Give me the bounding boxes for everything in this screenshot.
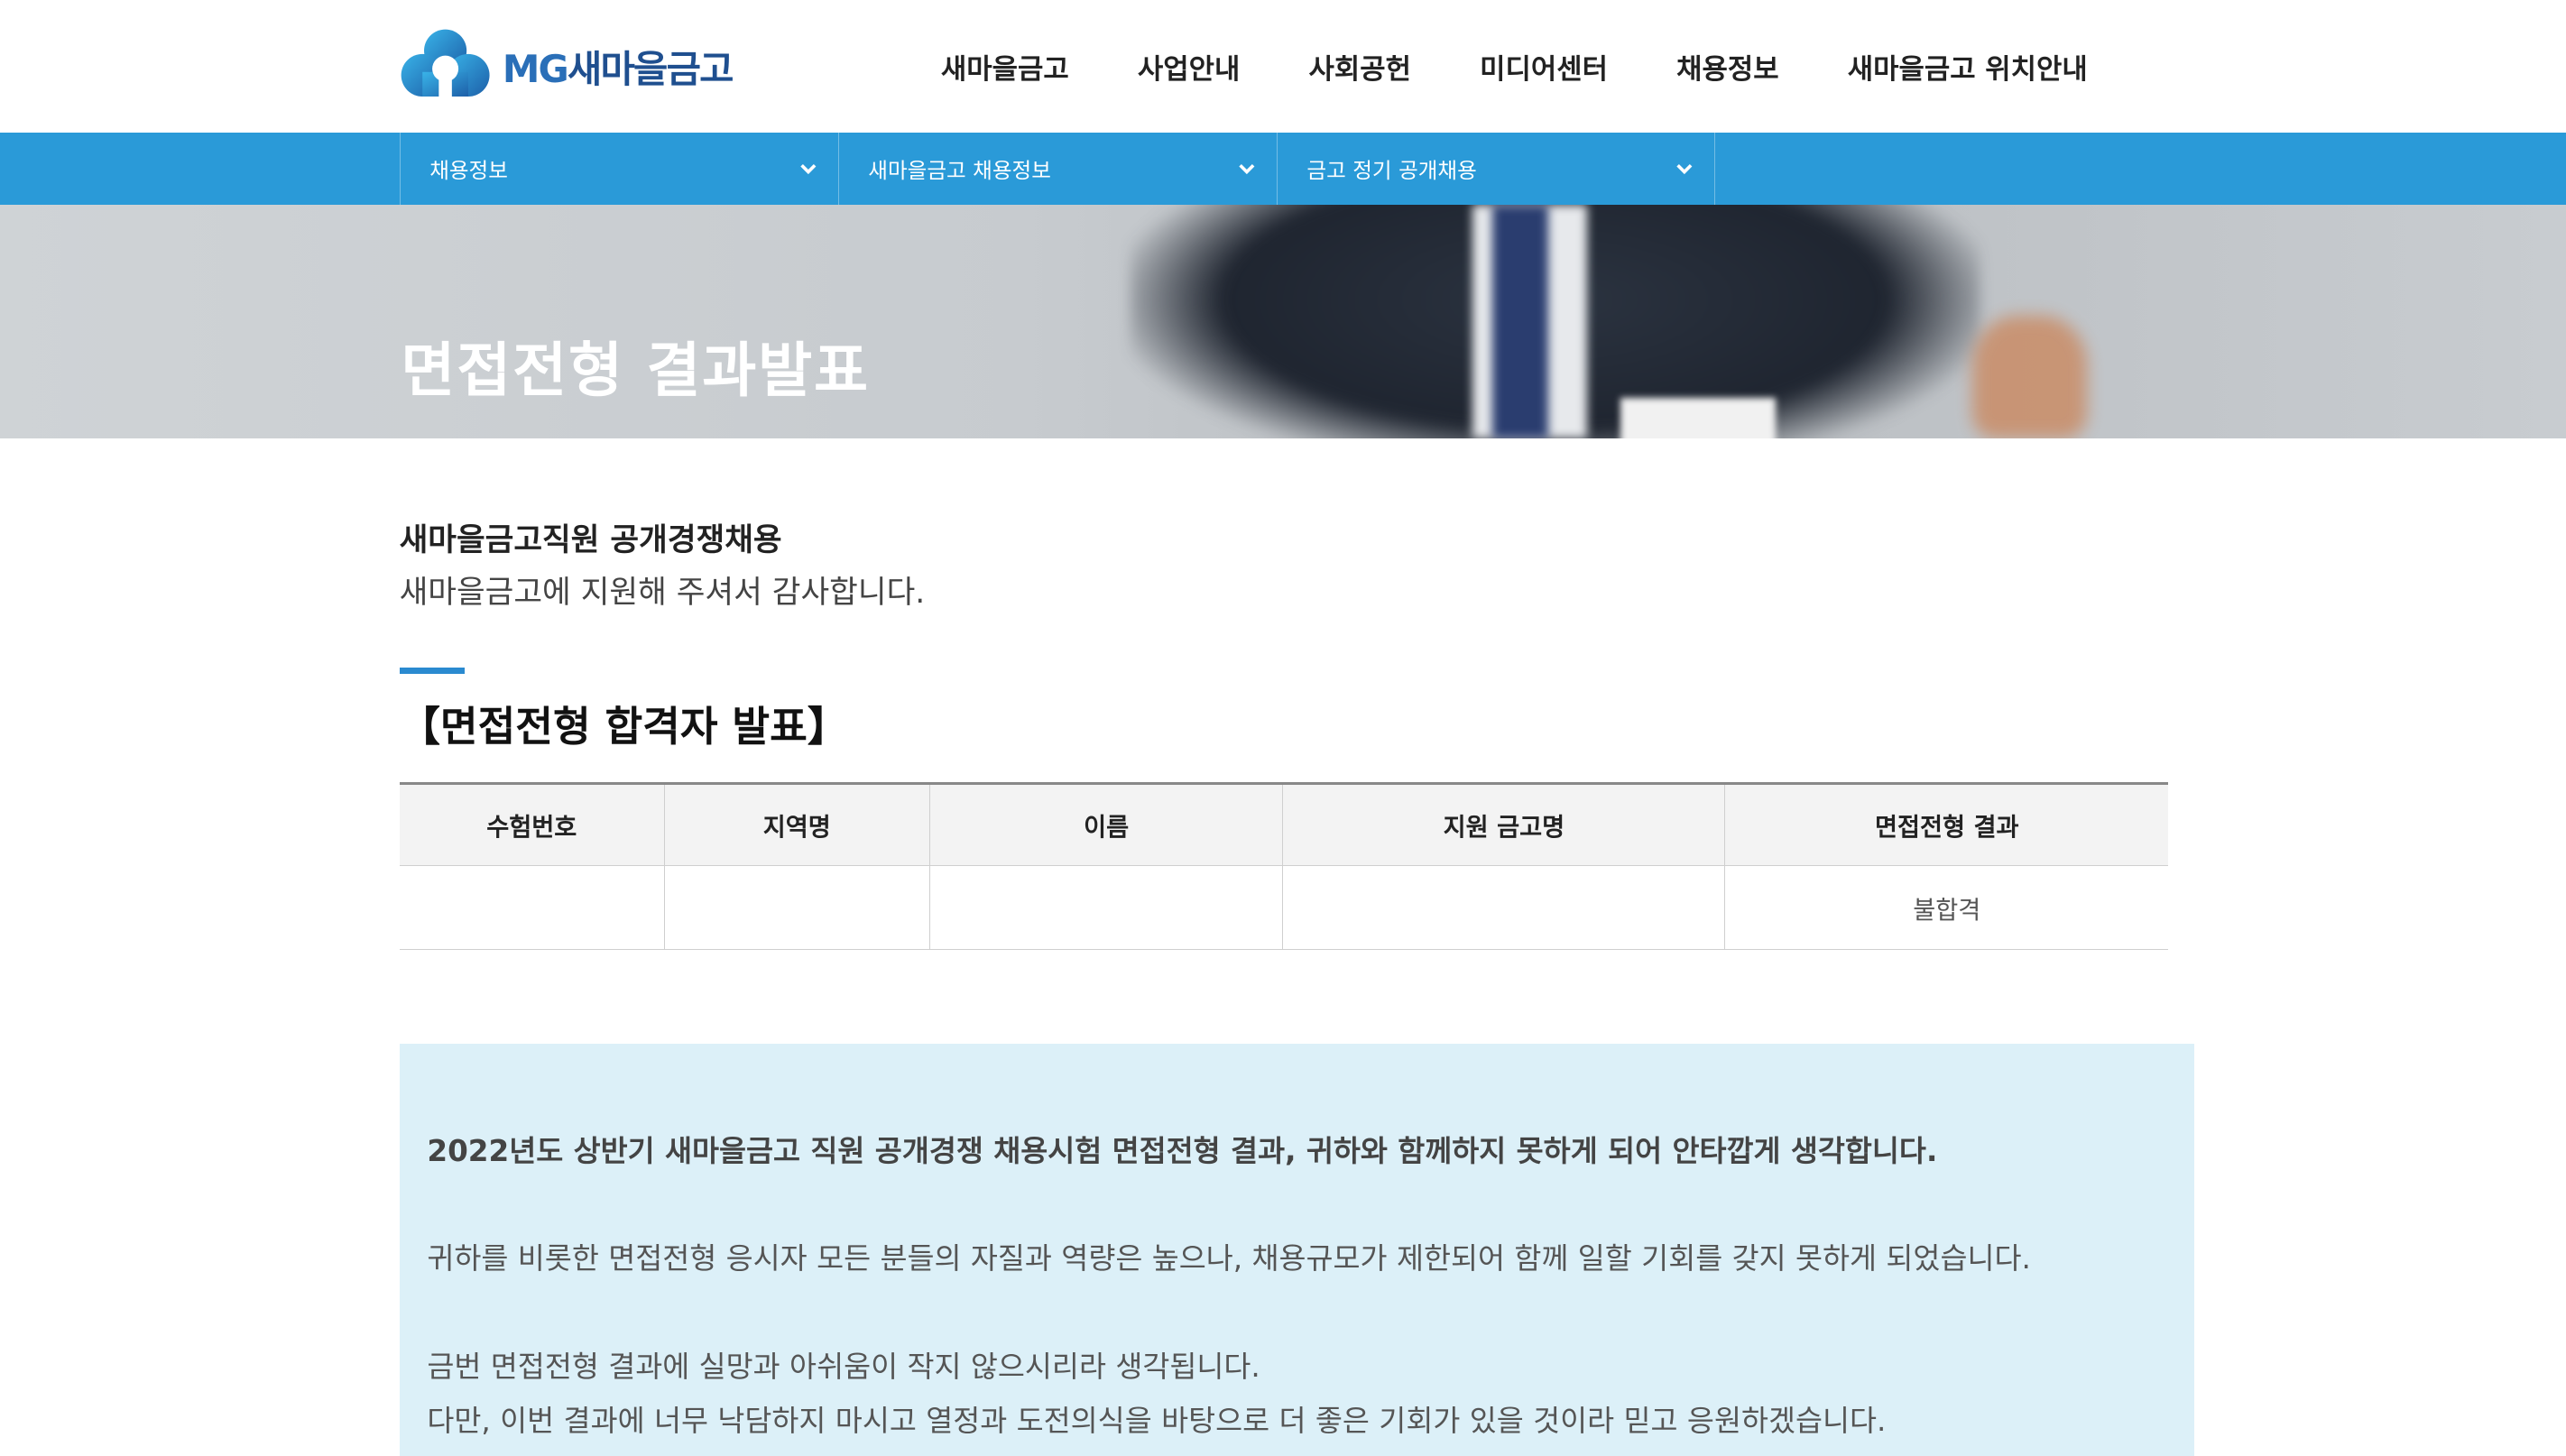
logo-text: MG새마을금고: [502, 40, 734, 94]
cell-branch: [1282, 865, 1725, 951]
cell-interview-result: 불합격: [1724, 865, 2169, 951]
table-header-row: 수험번호 지역명 이름 지원 금고명 면접전형 결과: [399, 781, 2169, 866]
nav-item-recruit[interactable]: 채용정보: [1676, 46, 1778, 87]
col-name: 이름: [928, 781, 1283, 866]
subnav-dropdown-2[interactable]: 새마을금고 채용정보: [837, 132, 1277, 205]
table-row: 불합격: [399, 865, 2169, 951]
hero-image-card: [1620, 397, 1776, 439]
notice-paragraph-3: 금번 면접전형 결과에 실망과 아쉬움이 작지 않으시리라 생각됩니다.: [427, 1350, 1260, 1385]
col-exam-number: 수험번호: [399, 781, 665, 866]
nav-item-business[interactable]: 사업안내: [1138, 46, 1240, 87]
notice-paragraph-1: 2022년도 상반기 새마을금고 직원 공개경쟁 채용시험 면접전형 결과, 귀…: [427, 1133, 1938, 1168]
hero-image-hand: [1971, 316, 2087, 439]
subnav-label: 새마을금고 채용정보: [868, 158, 1051, 184]
notice-paragraph-2: 귀하를 비롯한 면접전형 응시자 모든 분들의 자질과 역량은 높으나, 채용규…: [427, 1241, 2031, 1276]
hero-image-tie: [1492, 204, 1548, 439]
cell-exam-number: [399, 865, 665, 951]
page-title: 면접전형 결과발표: [401, 336, 870, 406]
site-header: MG새마을금고 새마을금고 사업안내 사회공헌 미디어센터 채용정보 새마을금고…: [0, 0, 2566, 133]
page: MG새마을금고 새마을금고 사업안내 사회공헌 미디어센터 채용정보 새마을금고…: [0, 0, 2566, 1456]
main-nav: 새마을금고 사업안내 사회공헌 미디어센터 채용정보 새마을금고 위치안내: [941, 46, 2088, 87]
cell-name: [928, 865, 1283, 951]
nav-item-saemaul[interactable]: 새마을금고: [941, 46, 1069, 87]
subnav-dropdown-1[interactable]: 채용정보: [399, 132, 838, 205]
notice-box: 2022년도 상반기 새마을금고 직원 공개경쟁 채용시험 면접전형 결과, 귀…: [399, 1044, 2195, 1456]
sub-nav-bar: 채용정보 새마을금고 채용정보 금고 정기 공개채용: [0, 132, 2566, 205]
intro-heading: 새마을금고직원 공개경쟁채용: [399, 521, 782, 558]
nav-item-social[interactable]: 사회공헌: [1309, 46, 1411, 87]
site-logo[interactable]: MG새마을금고: [398, 26, 734, 108]
notice-paragraph-4: 다만, 이번 결과에 너무 낙담하지 마시고 열정과 도전의식을 바탕으로 더 …: [427, 1403, 1887, 1438]
col-branch: 지원 금고명: [1282, 781, 1725, 866]
intro-text: 새마을금고에 지원해 주셔서 감사합니다.: [399, 574, 926, 611]
col-interview-result: 면접전형 결과: [1724, 781, 2169, 866]
col-region: 지역명: [663, 781, 930, 866]
nav-item-media[interactable]: 미디어센터: [1480, 46, 1608, 87]
logo-kr: 새마을금고: [567, 47, 734, 92]
result-table: 수험번호 지역명 이름 지원 금고명 면접전형 결과 불합격: [399, 781, 2169, 951]
cloud-logo-icon: [401, 29, 490, 106]
chevron-down-icon: [798, 153, 818, 174]
section-title: 【면접전형 합격자 발표】: [399, 703, 849, 751]
chevron-down-icon: [1675, 153, 1694, 174]
hero-banner: 면접전형 결과발표: [0, 204, 2566, 439]
chevron-down-icon: [1237, 153, 1257, 174]
cell-region: [663, 865, 930, 951]
subnav-label: 채용정보: [429, 158, 508, 184]
subnav-dropdown-3[interactable]: 금고 정기 공개채용: [1276, 132, 1715, 205]
logo-mg: MG: [502, 47, 569, 92]
section-accent-bar: [399, 668, 466, 675]
subnav-label: 금고 정기 공개채용: [1306, 158, 1477, 184]
nav-item-location[interactable]: 새마을금고 위치안내: [1848, 46, 2088, 87]
